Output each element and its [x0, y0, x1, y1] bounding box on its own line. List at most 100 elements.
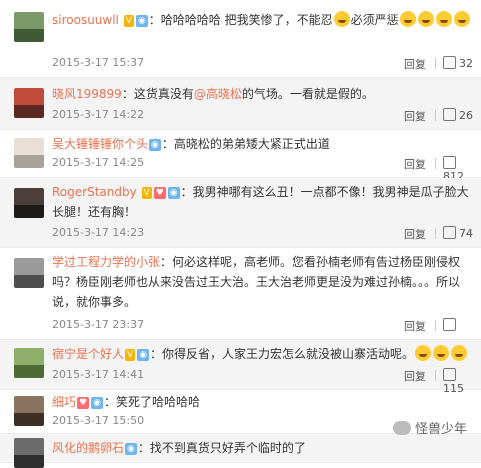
reply-button[interactable]: 回复 [404, 156, 426, 172]
username-link[interactable]: RogerStandby [52, 185, 137, 199]
timestamp: 2015-3-17 15:50 [52, 414, 145, 427]
watermark: 怪兽少年 [392, 418, 467, 437]
divider [435, 228, 436, 239]
timestamp: 2015-3-17 23:37 [52, 318, 145, 331]
comment-item: 风化的鹅卵石 ◉ ：找不到真货只好弄个临时的了 [0, 434, 481, 468]
username-link[interactable]: siroosuuwll [52, 13, 119, 27]
comment-item: 学过工程力学的小张：何必这样呢，高老师。您看孙楠老师有告过杨臣刚侵权吗？杨臣刚老… [0, 248, 481, 340]
vip-badge-icon: V [125, 349, 136, 361]
comment-body: ：笑死了哈哈哈哈 [103, 395, 200, 409]
username-link[interactable]: 学过工程力学的小张 [52, 255, 160, 269]
reply-button[interactable]: 回复 [404, 226, 426, 242]
reply-button[interactable]: 回复 [404, 368, 426, 384]
comment-meta: 2015-3-17 23:37 回复 [52, 318, 473, 334]
bulb-badge-icon: ◉ [135, 15, 148, 27]
comment-item: 宿宁是个好人 V ◉ ：你得反省，人家王力宏怎么就没被山寨活动呢。 2015-3-17… [0, 340, 481, 395]
comment-item: 吴大锤锤锤你个头 ◉ ：高晓松的弟弟矮大紧正式出道 2015-3-17 14:25 … [0, 130, 481, 183]
divider [435, 110, 436, 121]
comment-item: siroosuuwll V ◉ ：哈哈哈哈哈 把我笑惨了，不能忍 必须严惩 2015-… [0, 0, 481, 78]
mention-link[interactable]: @高晓松 [194, 87, 242, 101]
comment-item: RogerStandby V ♥ ◉ ：我男神哪有这么丑！一点都不像！我男神是瓜子脸大… [0, 178, 481, 248]
laugh-emoji-icon [453, 11, 470, 27]
comment-meta: 2015-3-17 15:37 回复 32 [52, 56, 473, 72]
divider [435, 320, 436, 331]
like-count: 74 [459, 227, 473, 240]
vip-badge-icon: V [141, 187, 152, 199]
avatar[interactable] [14, 188, 44, 218]
avatar[interactable] [14, 438, 44, 468]
like-count: 26 [459, 109, 473, 122]
like-count: 32 [459, 57, 473, 70]
comment-text: 晓风199899：这货真没有@高晓松的气场。一看就是假的。 [52, 84, 473, 104]
bulb-badge-icon: ◉ [91, 397, 103, 409]
timestamp: 2015-3-17 14:25 [52, 156, 145, 169]
timestamp: 2015-3-17 14:23 [52, 226, 145, 239]
comment-meta: 2015-3-17 14:22 回复 26 [52, 108, 473, 124]
username-link[interactable]: 细巧 [52, 395, 76, 409]
divider [435, 370, 436, 381]
watermark-text: 怪兽少年 [414, 422, 467, 437]
comment-body: ：高晓松的弟弟矮大紧正式出道 [161, 137, 330, 151]
bulb-badge-icon: ◉ [167, 187, 180, 199]
laugh-emoji-icon [333, 11, 350, 27]
laugh-emoji-icon [399, 11, 416, 27]
like-button[interactable]: 74 [443, 226, 473, 240]
reply-button[interactable]: 回复 [404, 56, 426, 72]
like-button[interactable]: 26 [443, 108, 473, 122]
comment-item: 晓风199899：这货真没有@高晓松的气场。一看就是假的。 2015-3-17 … [0, 78, 481, 130]
comment-body-tail: 必须严惩 [350, 13, 399, 27]
thumb-up-icon [443, 226, 456, 239]
comment-meta: 2015-3-17 14:23 回复 74 [52, 226, 473, 242]
timestamp: 2015-3-17 14:22 [52, 108, 145, 121]
wechat-icon [392, 421, 411, 435]
thumb-up-icon [443, 56, 456, 69]
comment-text: siroosuuwll V ◉ ：哈哈哈哈哈 把我笑惨了，不能忍 必须严惩 [52, 10, 473, 30]
bulb-badge-icon: ◉ [149, 139, 161, 151]
comment-text: 学过工程力学的小张：何必这样呢，高老师。您看孙楠老师有告过杨臣刚侵权吗？杨臣刚老… [52, 252, 473, 312]
comment-text: RogerStandby V ♥ ◉ ：我男神哪有这么丑！一点都不像！我男神是瓜子脸大… [52, 182, 473, 222]
heart-badge-icon: ♥ [153, 187, 166, 199]
laugh-emoji-icon [435, 11, 452, 27]
comment-body: ：找不到真货只好弄个临时的了 [137, 441, 306, 455]
like-button[interactable] [443, 318, 459, 332]
thumb-up-icon [443, 318, 456, 331]
thumb-up-icon [443, 108, 456, 121]
username-link[interactable]: 晓风199899 [52, 87, 122, 101]
avatar[interactable] [14, 258, 44, 288]
timestamp: 2015-3-17 15:37 [52, 56, 145, 69]
like-button[interactable]: 32 [443, 56, 473, 70]
comment-text: 细巧 ♥ ◉ ：笑死了哈哈哈哈 [52, 392, 473, 412]
laugh-emoji-icon [433, 345, 450, 361]
bulb-badge-icon: ◉ [125, 443, 137, 455]
comment-text: 风化的鹅卵石 ◉ ：找不到真货只好弄个临时的了 [52, 438, 473, 458]
heart-badge-icon: ♥ [77, 397, 90, 409]
comment-body: ：哈哈哈哈哈 把我笑惨了，不能忍 [148, 13, 333, 27]
divider [435, 58, 436, 69]
comment-meta: 2015-3-17 14:25 回复 812 [52, 156, 473, 183]
reply-button[interactable]: 回复 [404, 318, 426, 334]
avatar[interactable] [14, 348, 44, 378]
comment-meta: 2015-3-17 14:41 回复 115 [52, 368, 473, 395]
username-link[interactable]: 宿宁是个好人 [52, 347, 124, 361]
comment-text: 宿宁是个好人 V ◉ ：你得反省，人家王力宏怎么就没被山寨活动呢。 [52, 344, 473, 364]
thumb-up-icon [443, 368, 456, 381]
divider [435, 158, 436, 169]
comment-text: 吴大锤锤锤你个头 ◉ ：高晓松的弟弟矮大紧正式出道 [52, 134, 473, 154]
avatar[interactable] [14, 138, 44, 168]
comment-feed: siroosuuwll V ◉ ：哈哈哈哈哈 把我笑惨了，不能忍 必须严惩 2015-… [0, 0, 481, 468]
username-link[interactable]: 吴大锤锤锤你个头 [52, 137, 148, 151]
laugh-emoji-icon [451, 345, 468, 361]
avatar[interactable] [14, 88, 44, 118]
reply-button[interactable]: 回复 [404, 108, 426, 124]
avatar[interactable] [14, 396, 44, 426]
bulb-badge-icon: ◉ [137, 349, 150, 361]
comment-body: ：这货真没有 [121, 87, 194, 101]
vip-badge-icon: V [123, 15, 134, 27]
timestamp: 2015-3-17 14:41 [52, 368, 145, 381]
username-link[interactable]: 风化的鹅卵石 [52, 441, 124, 455]
comment-body: ：你得反省，人家王力宏怎么就没被山寨活动呢。 [150, 347, 415, 361]
comment-body-tail: 的气场。一看就是假的。 [241, 87, 374, 101]
laugh-emoji-icon [417, 11, 434, 27]
laugh-emoji-icon [415, 345, 432, 361]
avatar[interactable] [14, 12, 44, 42]
